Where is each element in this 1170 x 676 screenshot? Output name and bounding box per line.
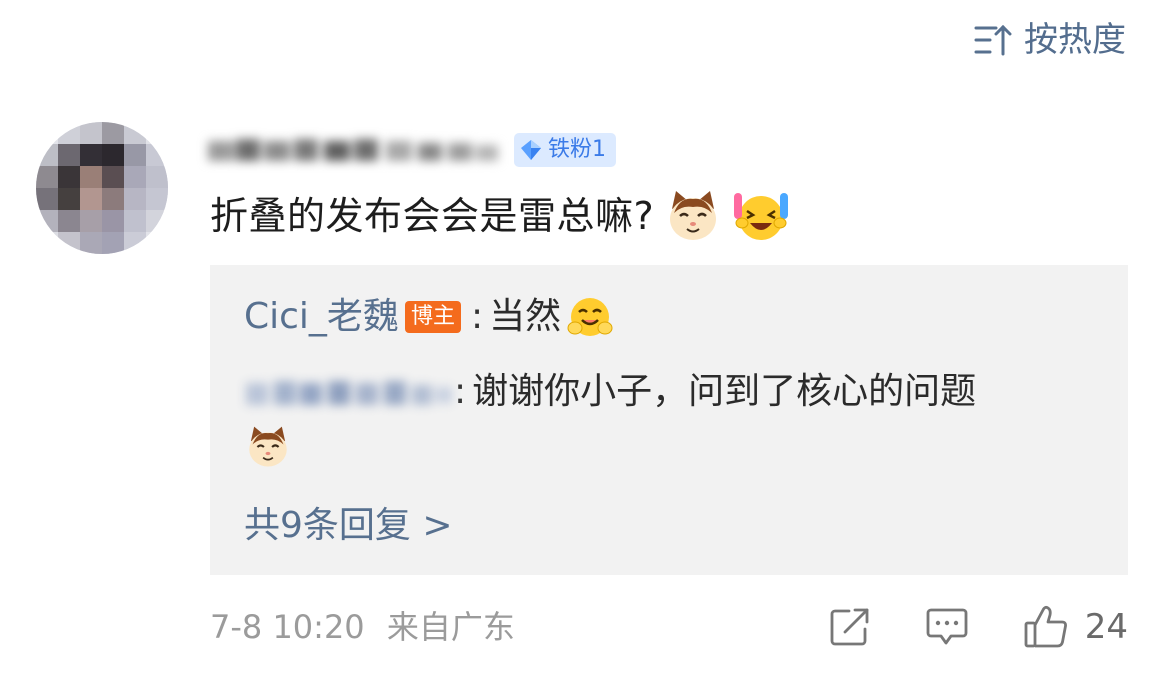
timestamp: 7-8 10:20 — [210, 608, 365, 646]
comment-text: 折叠的发布会会是雷总嘛? — [210, 194, 655, 238]
replies-panel: Cici_老魏 博主 : 当然: 谢谢你小子，问到了核心的问题 共9条回复 > — [210, 265, 1128, 575]
fan-badge[interactable]: 铁粉1 — [514, 133, 616, 167]
comment-button[interactable] — [925, 607, 969, 647]
diamond-icon — [521, 140, 541, 160]
reply-text: 当然 — [489, 296, 562, 337]
cat-face-emoji — [249, 426, 287, 467]
reply-separator: : — [454, 371, 467, 412]
reply-author-blurred[interactable] — [246, 373, 454, 411]
reply-separator: : — [470, 296, 484, 337]
cat-face-emoji — [670, 191, 717, 240]
hug-emoji — [567, 298, 613, 336]
laughing-cheer-emoji — [734, 193, 789, 240]
reply-item[interactable]: Cici_老魏 博主 : 当然 — [244, 291, 613, 343]
view-all-replies-link[interactable]: 共9条回复 > — [244, 501, 453, 551]
sort-icon — [974, 24, 1012, 56]
reply-item[interactable]: : 谢谢你小子，问到了核心的问题 — [246, 365, 1096, 473]
fan-badge-label: 铁粉1 — [548, 137, 606, 162]
reply-author[interactable]: Cici_老魏 — [244, 291, 399, 343]
share-button[interactable] — [829, 607, 871, 647]
comment-body: 折叠的发布会会是雷总嘛? — [210, 186, 790, 246]
avatar[interactable] — [36, 122, 168, 254]
sort-label: 按热度 — [1024, 20, 1126, 60]
comment-card: 按热度 铁粉1 折叠的发布会会是雷总嘛? Cici_老魏 博主: 当然: 谢… — [0, 0, 1170, 676]
sort-toggle[interactable]: 按热度 — [974, 20, 1126, 60]
reply-text: 谢谢你小子，问到了核心的问题 — [472, 371, 977, 412]
like-count: 24 — [1084, 607, 1128, 647]
like-icon — [1024, 605, 1067, 648]
share-icon — [830, 608, 869, 646]
like-button[interactable]: 24 — [1023, 604, 1128, 650]
comment-header: 铁粉1 — [208, 128, 616, 172]
comment-actions: 24 — [829, 604, 1128, 650]
username-blurred[interactable] — [208, 133, 500, 167]
comment-meta: 7-8 10:20 来自广东 — [210, 604, 515, 650]
author-badge: 博主 — [404, 301, 461, 333]
location: 来自广东 — [386, 608, 515, 646]
comment-footer: 7-8 10:20 来自广东 24 — [210, 604, 1128, 650]
comment-icon — [926, 608, 968, 645]
